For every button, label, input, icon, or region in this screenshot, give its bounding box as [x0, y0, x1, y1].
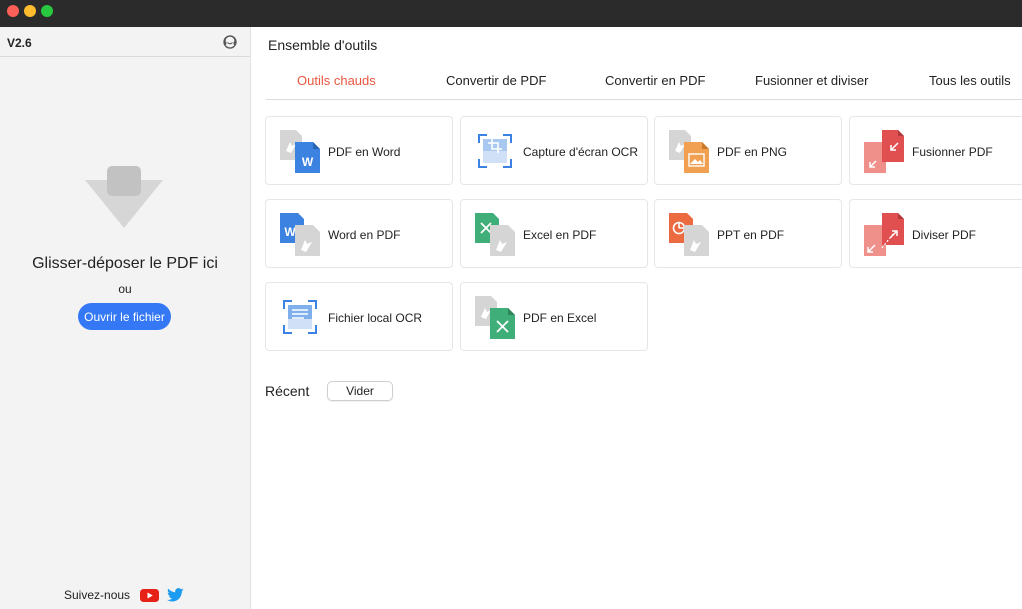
- tool-card-local-file-ocr[interactable]: Fichier local OCR: [265, 282, 453, 351]
- close-window-button[interactable]: [7, 5, 19, 17]
- tool-card-pdf-to-excel[interactable]: PDF en Excel: [460, 282, 648, 351]
- svg-text:W: W: [284, 225, 296, 239]
- tool-label: Word en PDF: [328, 228, 401, 242]
- pdf-to-png-icon: [669, 130, 709, 173]
- tool-label: Diviser PDF: [912, 228, 977, 242]
- pdf-to-excel-icon: [475, 296, 515, 339]
- screenshot-ocr-icon: [478, 134, 512, 168]
- open-file-button[interactable]: Ouvrir le fichier: [78, 303, 171, 330]
- headset-icon[interactable]: [222, 34, 238, 50]
- main-panel: Ensemble d'outils Outils chauds Converti…: [252, 27, 1022, 609]
- tool-card-pdf-to-word[interactable]: W PDF en Word: [265, 116, 453, 185]
- local-file-ocr-icon: [283, 300, 317, 334]
- tab-convert-from-pdf[interactable]: Convertir de PDF: [446, 73, 546, 88]
- tab-merge-split[interactable]: Fusionner et diviser: [755, 73, 868, 88]
- tool-label: Capture d'écran OCR: [523, 145, 639, 159]
- zoom-window-button[interactable]: [41, 5, 53, 17]
- merge-pdf-icon: [864, 130, 904, 173]
- ppt-to-pdf-icon: [669, 213, 709, 256]
- minimize-window-button[interactable]: [24, 5, 36, 17]
- app-version: V2.6: [7, 36, 32, 50]
- split-pdf-icon: [864, 213, 904, 256]
- tool-label: PDF en Word: [328, 145, 401, 159]
- tab-hot-tools[interactable]: Outils chauds: [297, 73, 376, 88]
- tool-card-pdf-to-png[interactable]: PDF en PNG: [654, 116, 842, 185]
- download-arrow-icon: [85, 166, 163, 228]
- or-separator-text: ou: [118, 282, 132, 296]
- tab-all-tools[interactable]: Tous les outils: [929, 73, 1011, 88]
- tab-convert-to-pdf[interactable]: Convertir en PDF: [605, 73, 705, 88]
- svg-text:W: W: [302, 155, 314, 169]
- tool-label: PDF en Excel: [523, 311, 597, 325]
- tool-card-excel-to-pdf[interactable]: Excel en PDF: [460, 199, 648, 268]
- tool-card-word-to-pdf[interactable]: W Word en PDF: [265, 199, 453, 268]
- tool-card-screenshot-ocr[interactable]: Capture d'écran OCR: [460, 116, 648, 185]
- excel-to-pdf-icon: [475, 213, 515, 256]
- clear-recent-button[interactable]: Vider: [327, 381, 393, 401]
- word-to-pdf-icon: W: [280, 213, 320, 256]
- tool-label: Excel en PDF: [523, 228, 597, 242]
- recent-label: Récent: [265, 383, 310, 399]
- tool-label: PDF en PNG: [717, 145, 788, 159]
- section-title: Ensemble d'outils: [268, 37, 378, 53]
- follow-us-label: Suivez-nous: [64, 588, 131, 602]
- youtube-icon[interactable]: [140, 589, 159, 602]
- tool-label: Fichier local OCR: [328, 311, 423, 325]
- sidebar: V2.6 Glisser-déposer le PDF ici ou Ouvri…: [0, 27, 251, 609]
- tool-card-merge-pdf[interactable]: Fusionner PDF: [849, 116, 1022, 185]
- tool-card-split-pdf[interactable]: Diviser PDF: [849, 199, 1022, 268]
- pdf-to-word-icon: W: [280, 130, 320, 173]
- tool-tabs: Outils chauds Convertir de PDF Convertir…: [266, 70, 1022, 100]
- sidebar-header: V2.6: [0, 27, 250, 57]
- tool-label: Fusionner PDF: [912, 145, 993, 159]
- tool-label: PPT en PDF: [717, 228, 785, 242]
- drop-zone-text: Glisser-déposer le PDF ici: [32, 255, 218, 272]
- twitter-icon[interactable]: [167, 588, 184, 602]
- tool-card-ppt-to-pdf[interactable]: PPT en PDF: [654, 199, 842, 268]
- window-titlebar: [0, 0, 1022, 27]
